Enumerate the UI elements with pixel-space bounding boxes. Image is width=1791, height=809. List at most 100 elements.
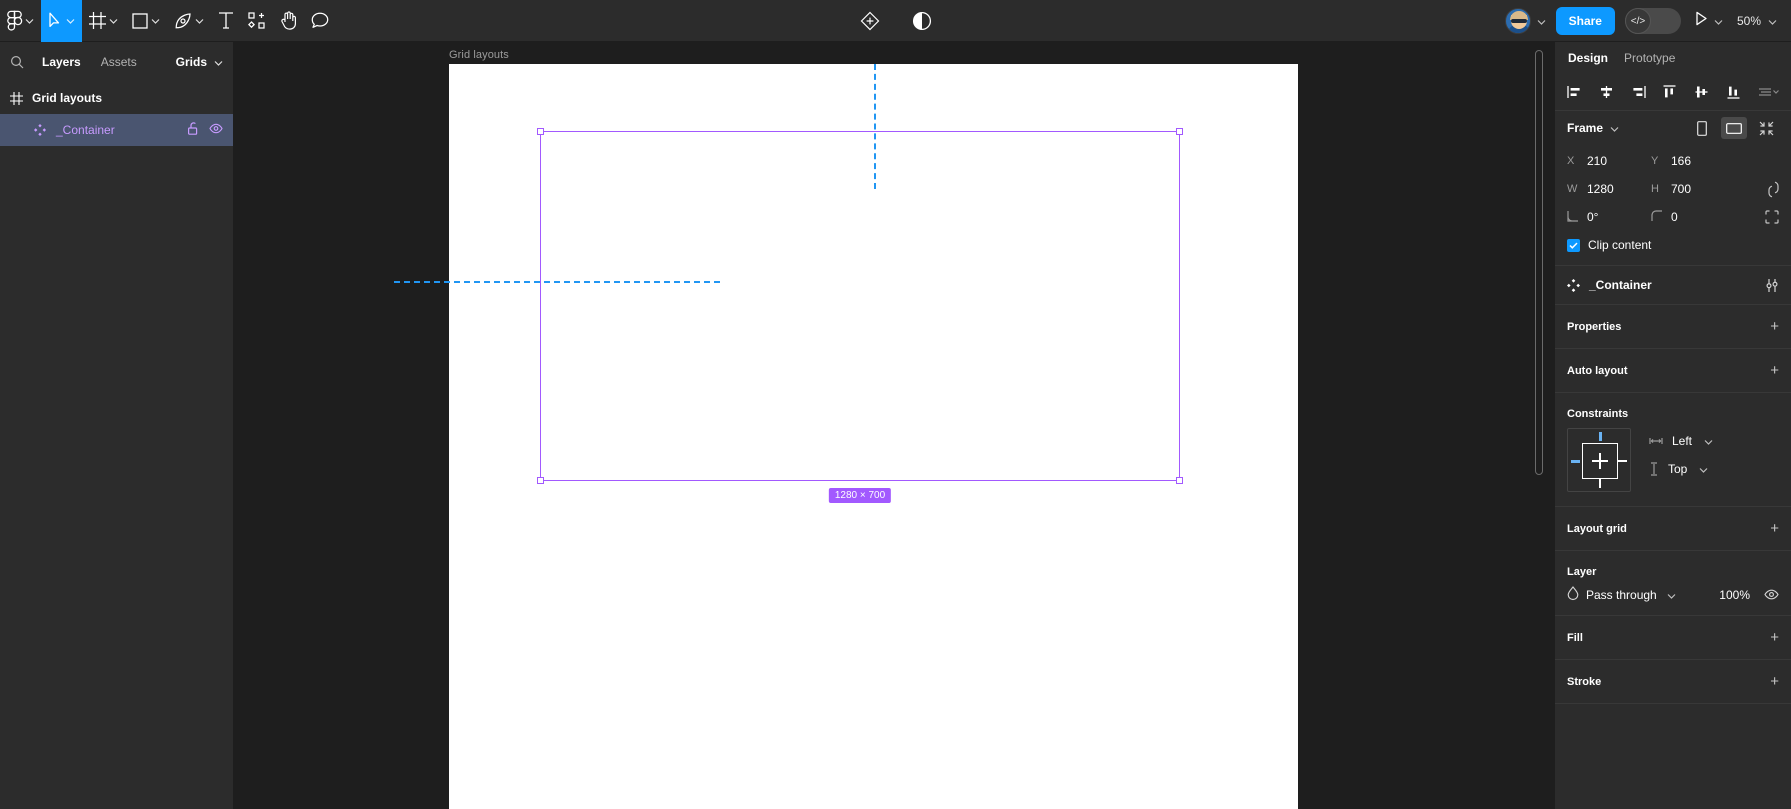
dev-mode-toggle[interactable]: </> xyxy=(1624,8,1681,34)
actions-diamond-icon[interactable] xyxy=(853,0,887,42)
tab-prototype[interactable]: Prototype xyxy=(1624,51,1675,65)
x-field[interactable]: X 210 xyxy=(1567,154,1651,168)
resize-handle-top-left[interactable] xyxy=(537,128,544,135)
add-fill-button[interactable]: + xyxy=(1770,630,1779,645)
fill-section-header: Fill + xyxy=(1555,616,1791,660)
corner-radius-field[interactable]: 0 xyxy=(1651,209,1735,225)
components-tool-button[interactable] xyxy=(241,0,273,42)
zoom-level-menu[interactable]: 50% xyxy=(1737,14,1777,28)
add-auto-layout-button[interactable]: + xyxy=(1770,363,1779,378)
resize-handle-bottom-left[interactable] xyxy=(537,477,544,484)
tab-design[interactable]: Design xyxy=(1568,51,1608,65)
align-vertical-center-icon[interactable] xyxy=(1694,85,1709,99)
unlock-icon[interactable] xyxy=(188,122,199,138)
chevron-down-icon xyxy=(1768,14,1777,28)
right-sidebar-tabbar: Design Prototype xyxy=(1555,42,1791,74)
component-row[interactable]: _Container xyxy=(1555,265,1791,305)
opacity-value[interactable]: 100% xyxy=(1719,588,1750,602)
move-tool-button[interactable] xyxy=(41,0,82,42)
w-label: W xyxy=(1567,183,1578,195)
share-button-label: Share xyxy=(1568,14,1602,28)
blend-mode-select[interactable]: Pass through xyxy=(1567,586,1676,603)
comment-tool-button[interactable] xyxy=(304,0,336,42)
toolbar-center-actions xyxy=(853,0,939,42)
component-settings-icon[interactable] xyxy=(1765,278,1779,293)
pen-tool-icon xyxy=(174,12,192,30)
portrait-orientation-icon[interactable] xyxy=(1689,117,1715,139)
avatar xyxy=(1504,8,1531,34)
constraints-selects: Left Top xyxy=(1649,428,1713,476)
independent-corners-icon[interactable] xyxy=(1765,210,1779,224)
constraints-section: Constraints Left Top xyxy=(1555,393,1791,507)
shape-tool-button[interactable] xyxy=(125,0,167,42)
add-property-button[interactable]: + xyxy=(1770,319,1779,334)
link-proportions-icon[interactable] xyxy=(1768,181,1779,198)
search-icon[interactable] xyxy=(10,55,32,69)
user-avatar-menu[interactable] xyxy=(1504,8,1546,34)
landscape-orientation-icon[interactable] xyxy=(1721,117,1747,139)
clip-content-row[interactable]: Clip content xyxy=(1555,237,1791,265)
tab-assets-label: Assets xyxy=(100,55,137,69)
align-right-icon[interactable] xyxy=(1631,85,1646,99)
canvas-frame-label[interactable]: Grid layouts xyxy=(449,49,509,61)
properties-title: Properties xyxy=(1567,320,1622,333)
rotation-field[interactable]: 0° xyxy=(1567,210,1651,225)
frame-type-selector[interactable]: Frame xyxy=(1567,121,1619,135)
add-layout-grid-button[interactable]: + xyxy=(1770,521,1779,536)
align-bottom-icon[interactable] xyxy=(1726,85,1741,99)
constraint-marker-top[interactable] xyxy=(1598,432,1602,441)
frame-tool-icon xyxy=(89,12,106,29)
resize-handle-top-right[interactable] xyxy=(1176,128,1183,135)
tab-layers[interactable]: Layers xyxy=(32,42,91,82)
contrast-icon[interactable] xyxy=(905,0,939,42)
eye-icon[interactable] xyxy=(1764,589,1779,600)
pen-tool-button[interactable] xyxy=(167,0,211,42)
distribute-more-icon[interactable] xyxy=(1758,85,1779,99)
fill-title: Fill xyxy=(1567,631,1583,644)
chevron-down-icon xyxy=(25,18,34,24)
constraint-marker-bottom[interactable] xyxy=(1599,479,1601,488)
height-field[interactable]: H 700 xyxy=(1651,182,1735,196)
align-horizontal-center-icon[interactable] xyxy=(1599,85,1614,99)
resize-handle-bottom-right[interactable] xyxy=(1176,477,1183,484)
selection-bounding-box[interactable]: 1280 × 700 xyxy=(537,128,1183,503)
vertical-constraint-select[interactable]: Top xyxy=(1649,462,1713,476)
clip-content-label: Clip content xyxy=(1588,238,1652,252)
add-stroke-button[interactable]: + xyxy=(1770,674,1779,689)
width-field[interactable]: W 1280 xyxy=(1567,182,1651,196)
canvas-viewport[interactable]: Grid layouts 1280 × 700 xyxy=(234,42,1554,809)
clip-content-checkbox[interactable] xyxy=(1567,238,1580,252)
stroke-title: Stroke xyxy=(1567,675,1602,688)
grids-page-selector[interactable]: Grids xyxy=(176,55,223,69)
chevron-down-icon xyxy=(151,18,160,24)
shape-tool-icon xyxy=(132,12,148,29)
properties-section-header: Properties + xyxy=(1555,305,1791,349)
horizontal-constraint-select[interactable]: Left xyxy=(1649,434,1713,448)
figma-menu-button[interactable] xyxy=(0,0,41,42)
text-tool-button[interactable] xyxy=(211,0,241,42)
align-left-icon[interactable] xyxy=(1567,85,1582,99)
y-field[interactable]: Y 166 xyxy=(1651,154,1735,168)
page-grid-icon xyxy=(10,91,32,105)
constraint-marker-left[interactable] xyxy=(1571,459,1580,463)
corner-radius-value: 0 xyxy=(1671,210,1678,224)
resize-to-fit-icon[interactable] xyxy=(1753,117,1779,139)
share-button[interactable]: Share xyxy=(1555,7,1615,35)
frame-tool-button[interactable] xyxy=(82,0,125,42)
constraints-widget[interactable] xyxy=(1567,428,1631,492)
align-top-icon[interactable] xyxy=(1662,85,1677,99)
present-button[interactable] xyxy=(1695,11,1723,31)
zoom-level-label: 50% xyxy=(1736,14,1761,28)
position-row: X 210 Y 166 xyxy=(1567,147,1779,175)
eye-icon[interactable] xyxy=(209,123,223,137)
rotation-radius-row: 0° 0 xyxy=(1567,203,1779,231)
chevron-down-icon xyxy=(109,18,118,24)
constraint-marker-right[interactable] xyxy=(1618,460,1627,462)
layer-row-container[interactable]: _Container xyxy=(0,114,233,146)
selection-size-badge: 1280 × 700 xyxy=(828,488,892,503)
canvas-vertical-scrollbar[interactable] xyxy=(1535,50,1543,475)
tab-assets[interactable]: Assets xyxy=(91,42,147,82)
hand-tool-button[interactable] xyxy=(273,0,304,42)
frame-orientation-group xyxy=(1689,117,1779,139)
layer-row-grid-layouts[interactable]: Grid layouts xyxy=(0,82,233,114)
